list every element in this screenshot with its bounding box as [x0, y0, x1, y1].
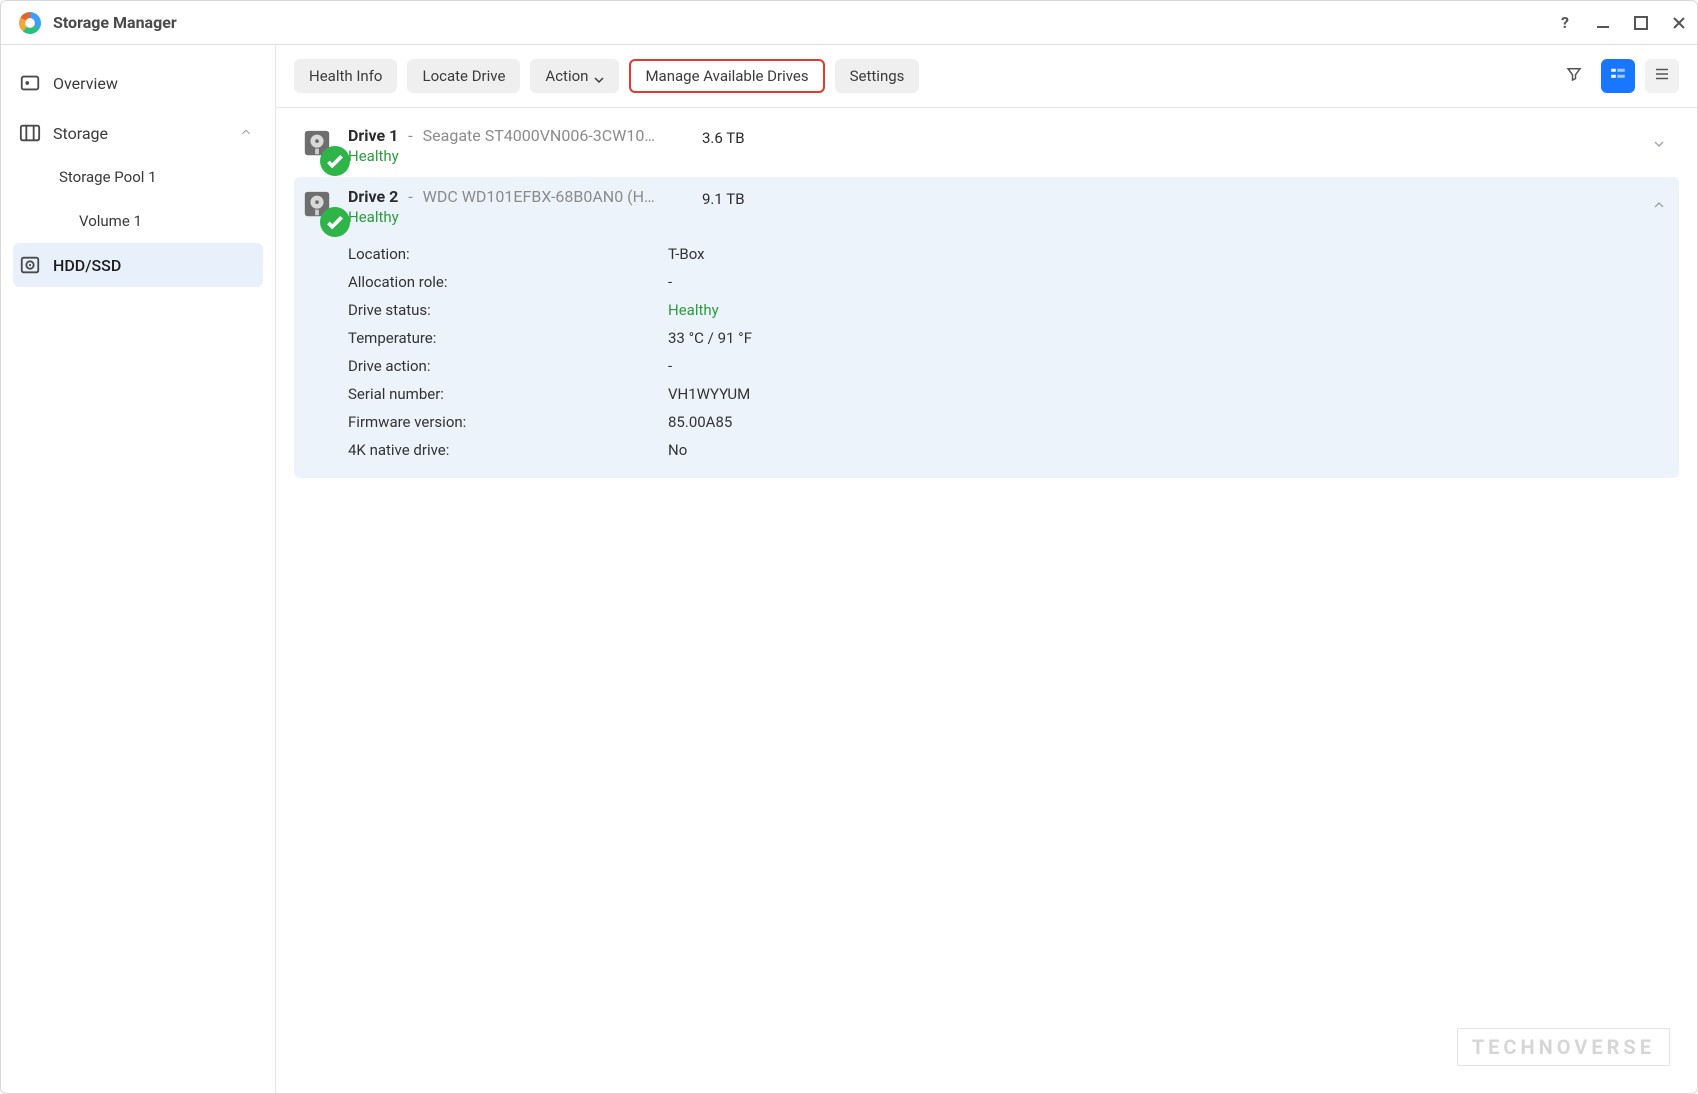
- button-label: Locate Drive: [422, 67, 505, 85]
- detail-value: -: [668, 273, 672, 291]
- sidebar-item-storage-pool[interactable]: Storage Pool 1: [13, 155, 263, 199]
- drive-model: WDC WD101EFBX-68B0AN0 (H…: [423, 187, 655, 206]
- button-label: Health Info: [309, 67, 382, 85]
- detail-value: 33 °C / 91 °F: [668, 329, 752, 347]
- watermark: TECHNOVERSE: [1457, 1028, 1670, 1066]
- detail-label: Location:: [348, 245, 668, 263]
- drive-list: Drive 1 - Seagate ST4000VN006-3CW10… Hea…: [276, 108, 1697, 678]
- button-label: Action: [545, 67, 588, 85]
- sidebar-item-overview[interactable]: Overview: [13, 61, 263, 105]
- detail-value: 85.00A85: [668, 413, 732, 431]
- chevron-up-icon: [1651, 197, 1667, 217]
- drive-card: Drive 2 - WDC WD101EFBX-68B0AN0 (H… Heal…: [294, 177, 1679, 478]
- sidebar-item-label: HDD/SSD: [53, 256, 121, 275]
- content: Health Info Locate Drive Action Manage A…: [276, 45, 1697, 1093]
- action-dropdown-button[interactable]: Action: [530, 59, 619, 93]
- drive-details: Location: T-Box Allocation role: - Drive…: [294, 238, 1679, 478]
- detail-label: 4K native drive:: [348, 441, 668, 459]
- detail-label: Temperature:: [348, 329, 668, 347]
- detail-row-firmware: Firmware version: 85.00A85: [348, 408, 1667, 436]
- detail-label: Allocation role:: [348, 273, 668, 291]
- drive-header[interactable]: Drive 2 - WDC WD101EFBX-68B0AN0 (H… Heal…: [294, 177, 1679, 238]
- view-detailed-button[interactable]: [1601, 59, 1635, 93]
- sidebar-item-label: Storage: [53, 124, 108, 143]
- sidebar: Overview Storage Storage Pool 1 Volume 1: [1, 45, 276, 1093]
- detail-value: No: [668, 441, 687, 459]
- detail-value: Healthy: [668, 301, 719, 319]
- drive-health: Healthy: [348, 147, 678, 165]
- caret-down-icon: [594, 71, 604, 81]
- detail-row-allocation: Allocation role: -: [348, 268, 1667, 296]
- drive-card: Drive 1 - Seagate ST4000VN006-3CW10… Hea…: [294, 116, 1679, 177]
- list-compact-icon: [1653, 65, 1671, 87]
- chevron-down-icon: [1651, 136, 1667, 156]
- drive-capacity: 3.6 TB: [702, 129, 745, 147]
- chevron-up-icon: [239, 124, 253, 143]
- locate-drive-button[interactable]: Locate Drive: [407, 59, 520, 93]
- maximize-icon[interactable]: [1633, 15, 1649, 31]
- app-icon: [19, 12, 41, 34]
- drive-icon: [302, 128, 332, 158]
- detail-label: Drive action:: [348, 357, 668, 375]
- health-info-button[interactable]: Health Info: [294, 59, 397, 93]
- filter-icon: [1565, 65, 1583, 87]
- drive-health: Healthy: [348, 208, 678, 226]
- sidebar-item-label: Volume 1: [79, 212, 142, 230]
- minimize-icon[interactable]: [1595, 15, 1611, 31]
- button-label: Settings: [850, 67, 905, 85]
- drive-header[interactable]: Drive 1 - Seagate ST4000VN006-3CW10… Hea…: [294, 116, 1679, 177]
- list-detail-icon: [1609, 65, 1627, 87]
- detail-value: T-Box: [668, 245, 705, 263]
- help-icon[interactable]: ?: [1557, 15, 1573, 31]
- detail-row-action: Drive action: -: [348, 352, 1667, 380]
- sidebar-item-label: Overview: [53, 74, 118, 93]
- settings-button[interactable]: Settings: [835, 59, 920, 93]
- manage-available-drives-button[interactable]: Manage Available Drives: [629, 59, 824, 93]
- detail-row-serial: Serial number: VH1WYYUM: [348, 380, 1667, 408]
- drive-capacity: 9.1 TB: [702, 190, 745, 208]
- button-label: Manage Available Drives: [645, 67, 808, 85]
- sidebar-item-hdd-ssd[interactable]: HDD/SSD: [13, 243, 263, 287]
- sidebar-item-label: Storage Pool 1: [59, 168, 157, 186]
- detail-row-location: Location: T-Box: [348, 240, 1667, 268]
- filter-button[interactable]: [1557, 59, 1591, 93]
- detail-label: Serial number:: [348, 385, 668, 403]
- detail-value: -: [668, 357, 672, 375]
- detail-value: VH1WYYUM: [668, 385, 750, 403]
- detail-row-status: Drive status: Healthy: [348, 296, 1667, 324]
- detail-label: Firmware version:: [348, 413, 668, 431]
- close-icon[interactable]: [1671, 15, 1687, 31]
- sidebar-item-volume[interactable]: Volume 1: [13, 199, 263, 243]
- overview-icon: [19, 72, 41, 94]
- drive-model: Seagate ST4000VN006-3CW10…: [423, 126, 655, 145]
- drive-name: Drive 1: [348, 126, 398, 145]
- detail-row-temperature: Temperature: 33 °C / 91 °F: [348, 324, 1667, 352]
- window-title: Storage Manager: [53, 13, 177, 32]
- hdd-icon: [19, 254, 41, 276]
- view-compact-button[interactable]: [1645, 59, 1679, 93]
- detail-label: Drive status:: [348, 301, 668, 319]
- detail-row-4k-native: 4K native drive: No: [348, 436, 1667, 464]
- status-ok-icon: [320, 146, 336, 162]
- sidebar-item-storage[interactable]: Storage: [13, 111, 263, 155]
- drive-name: Drive 2: [348, 187, 398, 206]
- titlebar: Storage Manager ?: [1, 1, 1697, 45]
- toolbar: Health Info Locate Drive Action Manage A…: [276, 45, 1697, 108]
- storage-icon: [19, 122, 41, 144]
- drive-icon: [302, 189, 332, 219]
- status-ok-icon: [320, 207, 336, 223]
